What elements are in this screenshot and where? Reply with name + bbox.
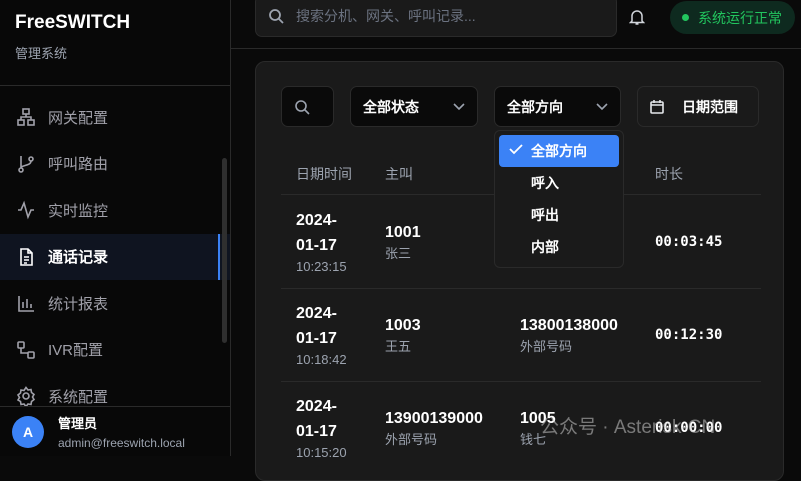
avatar: A xyxy=(12,415,44,448)
sidebar-item-ivr[interactable]: IVR配置 xyxy=(0,327,230,374)
col-header-datetime: 日期时间 xyxy=(296,166,352,182)
workflow-icon xyxy=(17,340,35,359)
option-internal[interactable]: 内部 xyxy=(499,231,619,263)
git-branch-icon xyxy=(18,155,34,173)
chevron-down-icon xyxy=(453,102,465,110)
network-icon xyxy=(17,108,35,127)
watermark: 公众号 · Asterisk-CN xyxy=(540,417,716,438)
divider xyxy=(281,381,761,382)
file-text-icon xyxy=(20,247,33,266)
app-subtitle: 管理系统 xyxy=(15,46,68,61)
chevron-down-icon xyxy=(596,102,608,110)
calendar-icon xyxy=(650,100,664,114)
option-inbound[interactable]: 呼入 xyxy=(499,167,619,199)
sidebar-scrollbar[interactable] xyxy=(222,158,227,343)
top-header: 搜索分机、网关、呼叫记录... 系统运行正常 xyxy=(231,0,801,49)
brand: FreeSWITCH 管理系统 xyxy=(0,0,230,86)
check-icon xyxy=(509,144,523,155)
system-status-badge: 系统运行正常 xyxy=(670,1,795,34)
sidebar-item-reports[interactable]: 统计报表 xyxy=(0,280,230,327)
search-icon xyxy=(295,99,310,115)
status-dot xyxy=(682,14,689,21)
sidebar: FreeSWITCH 管理系统 网关配置 呼叫路由 实时监控 通话记录 统计报表… xyxy=(0,0,231,456)
user-name: 管理员 xyxy=(58,416,98,431)
gear-icon xyxy=(16,386,36,407)
search-icon xyxy=(269,9,284,24)
sidebar-item-call-records[interactable]: 通话记录 xyxy=(0,233,230,280)
sidebar-item-gateway[interactable]: 网关配置 xyxy=(0,94,230,141)
direction-filter-select[interactable]: 全部方向 xyxy=(494,86,621,127)
bar-chart-icon xyxy=(18,296,34,313)
record-search-button[interactable] xyxy=(281,86,334,127)
sidebar-item-routing[interactable]: 呼叫路由 xyxy=(0,141,230,188)
bell-icon[interactable] xyxy=(629,8,645,26)
date-range-button[interactable]: 日期范围 xyxy=(637,86,759,127)
option-all-directions[interactable]: 全部方向 xyxy=(499,135,619,167)
status-filter-select[interactable]: 全部状态 xyxy=(350,86,478,127)
user-profile[interactable]: A 管理员 admin@freeswitch.local xyxy=(0,406,230,456)
activity-icon xyxy=(18,200,34,220)
sidebar-item-monitor[interactable]: 实时监控 xyxy=(0,187,230,234)
col-header-caller: 主叫 xyxy=(385,166,413,182)
global-search-input[interactable]: 搜索分机、网关、呼叫记录... xyxy=(255,0,617,37)
divider xyxy=(281,288,761,289)
col-header-duration: 时长 xyxy=(655,166,683,182)
app-title: FreeSWITCH xyxy=(15,12,131,33)
sidebar-nav: 网关配置 呼叫路由 实时监控 通话记录 统计报表 IVR配置 系统配置 xyxy=(0,94,230,420)
option-outbound[interactable]: 呼出 xyxy=(499,199,619,231)
direction-dropdown-menu: 全部方向 呼入 呼出 内部 xyxy=(494,130,624,268)
user-email: admin@freeswitch.local xyxy=(58,436,185,450)
